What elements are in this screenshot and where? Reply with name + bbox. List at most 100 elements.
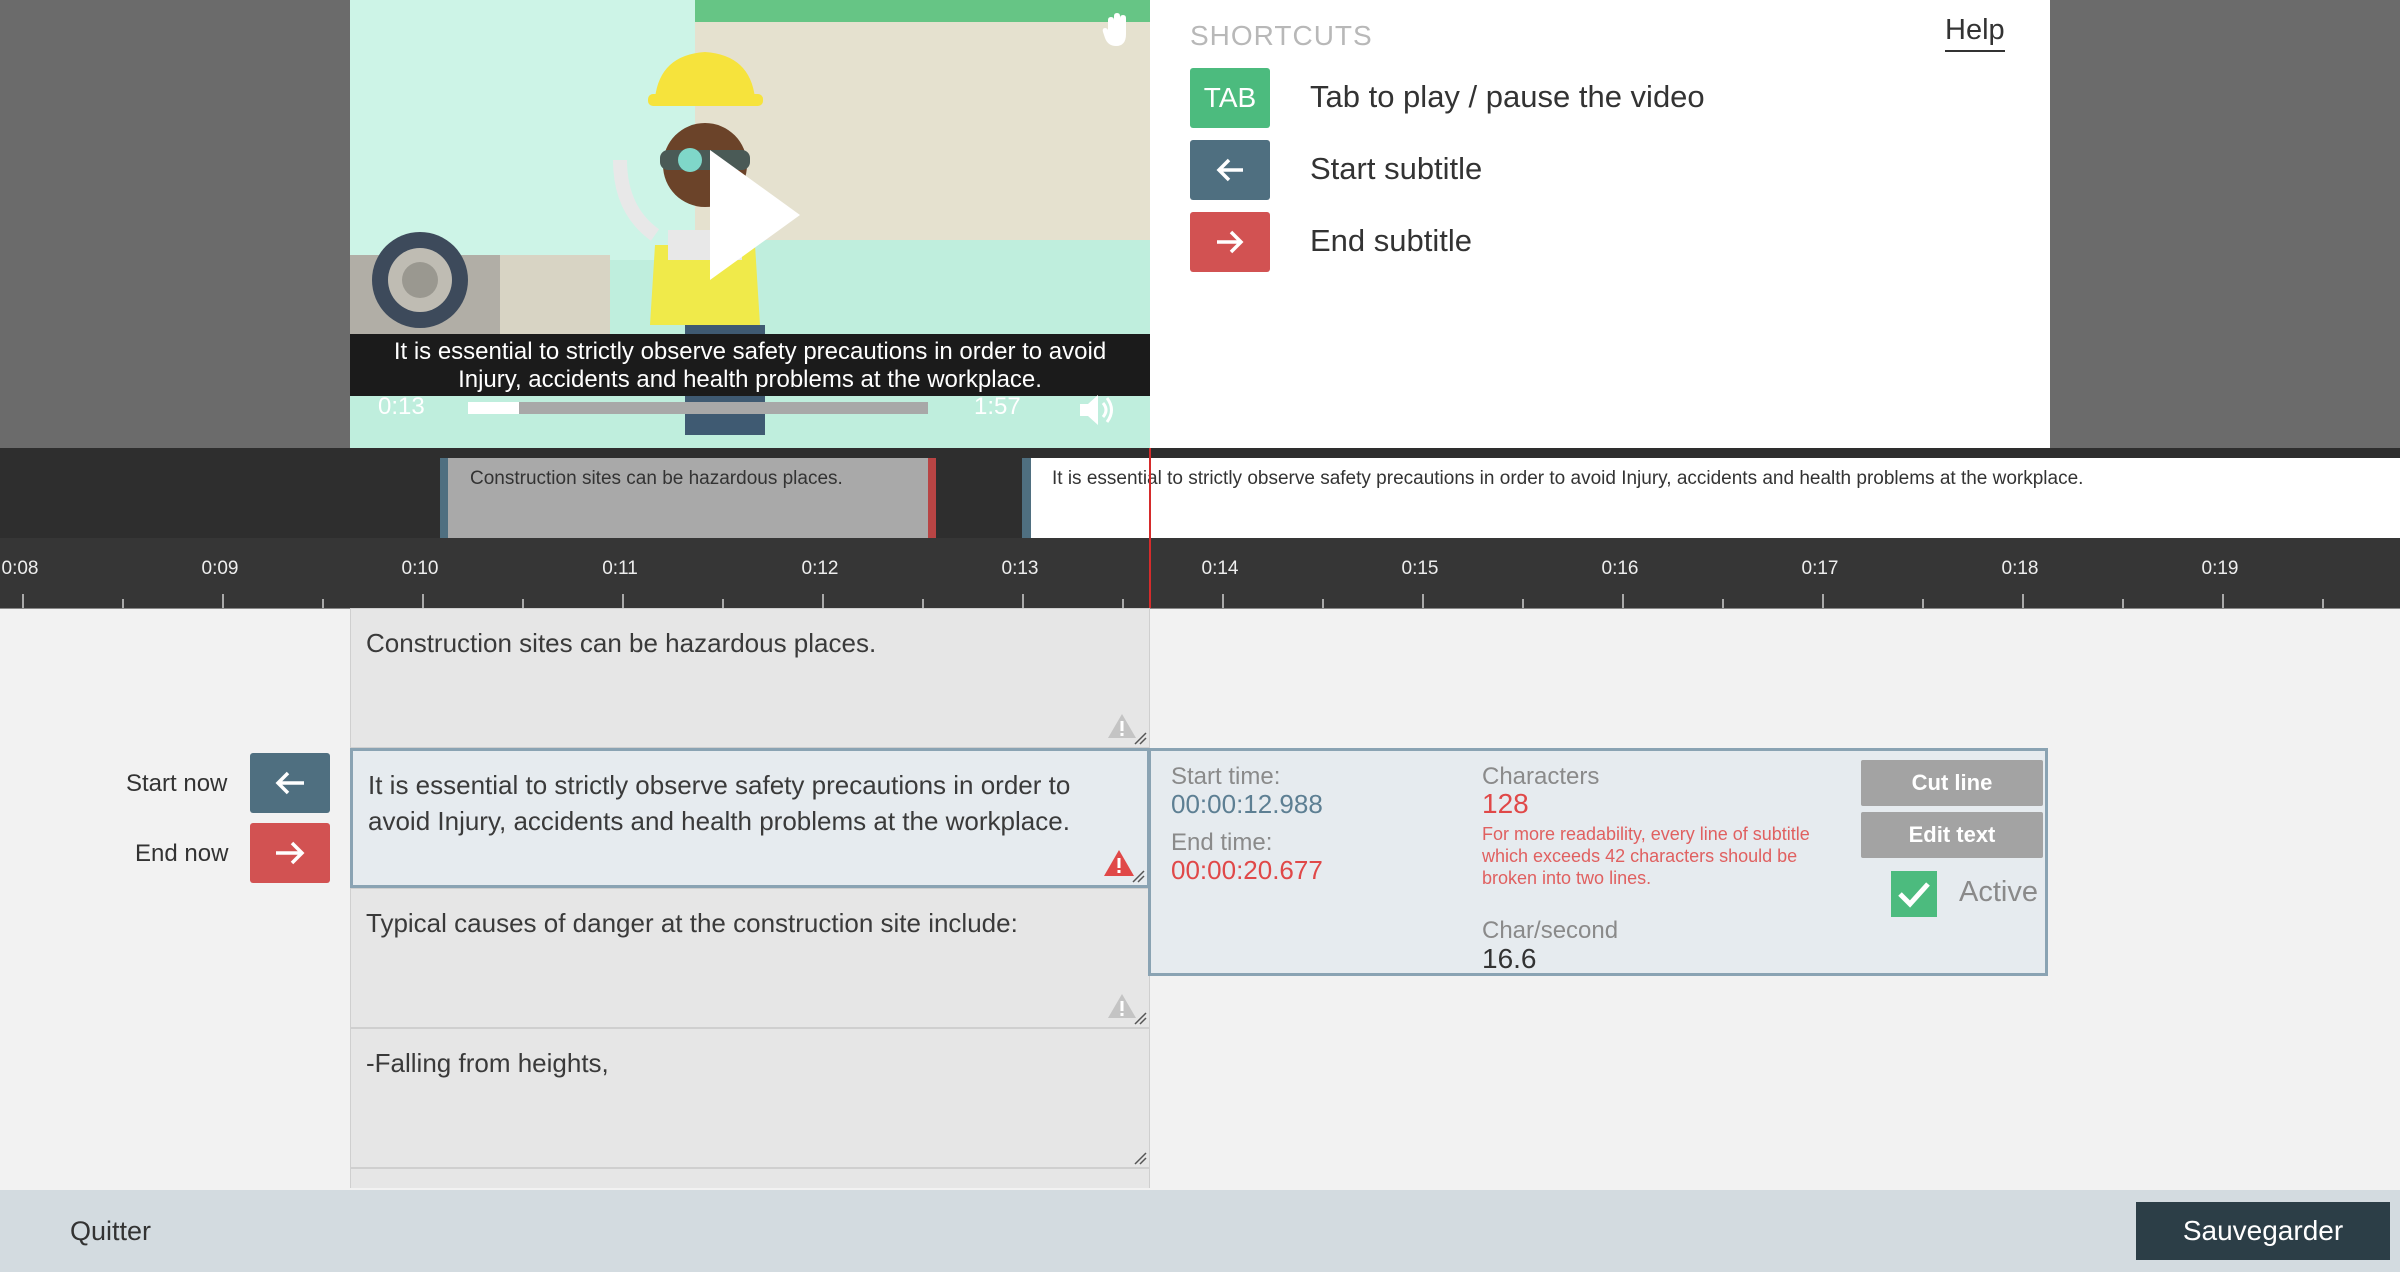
bottom-bar: Quitter Sauvegarder [0,1190,2400,1272]
start-time-label: Start time: [1171,763,1281,790]
arrow-left-key-badge [1190,140,1270,200]
tick-label: 0:10 [401,558,439,579]
track-block-2-text: It is essential to strictly observe safe… [1052,468,2084,489]
caption-line-2: Injury, accidents and health problems at… [458,366,1042,393]
cut-line-button[interactable]: Cut line [1861,760,2043,806]
readability-warning: For more readability, every line of subt… [1482,824,1810,888]
characters-count: 128 [1482,788,1529,819]
subtitle-text[interactable]: Construction sites can be hazardous plac… [366,625,1089,661]
arrow-right-icon [276,841,305,865]
subtitle-row[interactable] [350,1168,1150,1188]
ruler-tick [2122,599,2124,608]
ruler-tick [2222,594,2224,608]
track-block-1-text: Construction sites can be hazardous plac… [470,468,843,489]
shortcut-label-start-subtitle: Start subtitle [1310,151,1483,186]
tick-label: 0:16 [1601,558,1639,579]
ruler-tick [122,599,124,608]
shortcuts-panel: SHORTCUTS Help TAB Tab to play / pause t… [1150,0,2050,448]
block-end-handle[interactable] [928,458,936,538]
seek-bar-fill [468,402,519,414]
ruler-tick [1422,594,1424,608]
start-time-value[interactable]: 00:00:12.988 [1171,789,1323,820]
quit-button[interactable]: Quitter [70,1216,151,1247]
drag-hand-icon[interactable] [1102,12,1132,48]
shortcut-label-play-pause: Tab to play / pause the video [1310,79,1705,114]
edit-text-button[interactable]: Edit text [1861,812,2043,858]
tick-label: 0:14 [1201,558,1239,579]
arrow-right-key-badge [1190,212,1270,272]
ruler-tick [2022,594,2024,608]
tick-label: 0:11 [602,558,638,579]
ruler-tick [822,594,824,608]
shortcut-label-end-subtitle: End subtitle [1310,223,1472,258]
help-link[interactable]: Help [1945,14,2005,52]
ruler-tick [22,594,24,608]
ruler-tick [1722,599,1724,608]
timeline-ruler[interactable]: 0:08 0:09 0:10 0:11 0:12 0:13 0:14 0:15 … [0,538,2400,609]
ruler-tick [722,599,724,608]
save-button[interactable]: Sauvegarder [2136,1202,2390,1260]
ruler-tick [1622,594,1624,608]
tick-label: 0:19 [2201,558,2239,579]
tab-key-badge: TAB [1190,68,1270,128]
ruler-tick [622,594,624,608]
playhead[interactable] [1149,448,1151,608]
char-per-second-label: Char/second [1482,917,1619,944]
duration: 1:57 [974,393,1021,420]
resize-handle-icon[interactable] [1133,1011,1147,1025]
subtitle-text[interactable]: Typical causes of danger at the construc… [366,905,1089,941]
subtitle-track[interactable]: Construction sites can be hazardous plac… [0,448,2400,538]
ruler-tick [2322,599,2324,608]
block-start-handle[interactable] [440,458,448,538]
characters-label: Characters [1482,763,1600,790]
ruler-tick [1222,594,1224,608]
ruler-tick [522,599,524,608]
active-subtitle-details: Start time: 00:00:12.988 End time: 00:00… [1148,748,2048,976]
seek-bar[interactable] [468,402,928,414]
ruler-tick [322,599,324,608]
ruler-tick [1122,599,1124,608]
subtitle-list[interactable]: Construction sites can be hazardous plac… [350,608,1150,1188]
resize-handle-icon[interactable] [1133,731,1147,745]
subtitle-row[interactable]: Typical causes of danger at the construc… [350,888,1150,1028]
video-player[interactable]: It is essential to strictly observe safe… [350,0,1150,448]
subtitle-row[interactable]: Construction sites can be hazardous plac… [350,608,1150,748]
end-now-label: End now [135,840,229,867]
active-checkbox[interactable] [1891,871,1937,917]
ruler-tick [922,599,924,608]
current-time: 0:13 [378,393,425,420]
block-start-handle[interactable] [1022,458,1031,538]
checkmark-icon [1898,882,1930,908]
track-block-2[interactable]: It is essential to strictly observe safe… [1022,458,2400,538]
char-per-second-value: 16.6 [1482,943,1537,974]
tick-label: 0:13 [1001,558,1039,579]
arrow-left-icon [275,771,304,795]
subtitle-text[interactable]: It is essential to strictly observe safe… [368,767,1087,839]
caption-line-1: It is essential to strictly observe safe… [393,338,1107,365]
subtitle-text[interactable]: -Falling from heights, [366,1045,1089,1081]
subtitle-row-active[interactable]: It is essential to strictly observe safe… [350,748,1150,888]
tick-label: 0:09 [201,558,239,579]
tick-label: 0:12 [801,558,839,579]
tick-label: 0:17 [1801,558,1839,579]
play-icon[interactable] [710,150,800,280]
resize-handle-icon[interactable] [1133,1151,1147,1165]
tick-label: 0:18 [2001,558,2039,579]
tick-label: 0:08 [1,558,39,579]
end-now-button[interactable] [250,823,330,883]
arrow-right-icon [1217,230,1244,254]
resize-handle-icon[interactable] [1131,869,1145,883]
volume-icon[interactable] [1078,392,1118,428]
end-time-value[interactable]: 00:00:20.677 [1171,855,1323,886]
end-time-label: End time: [1171,829,1273,856]
start-now-label: Start now [126,770,228,797]
track-block-1[interactable]: Construction sites can be hazardous plac… [440,458,936,538]
shortcuts-title: SHORTCUTS [1190,20,1373,51]
caption-overlay: It is essential to strictly observe safe… [350,334,1150,396]
ruler-tick [1522,599,1524,608]
subtitle-row[interactable]: -Falling from heights, [350,1028,1150,1168]
start-now-button[interactable] [250,753,330,813]
ruler-tick [1922,599,1924,608]
active-label: Active [1959,876,2038,908]
ruler-tick [222,594,224,608]
